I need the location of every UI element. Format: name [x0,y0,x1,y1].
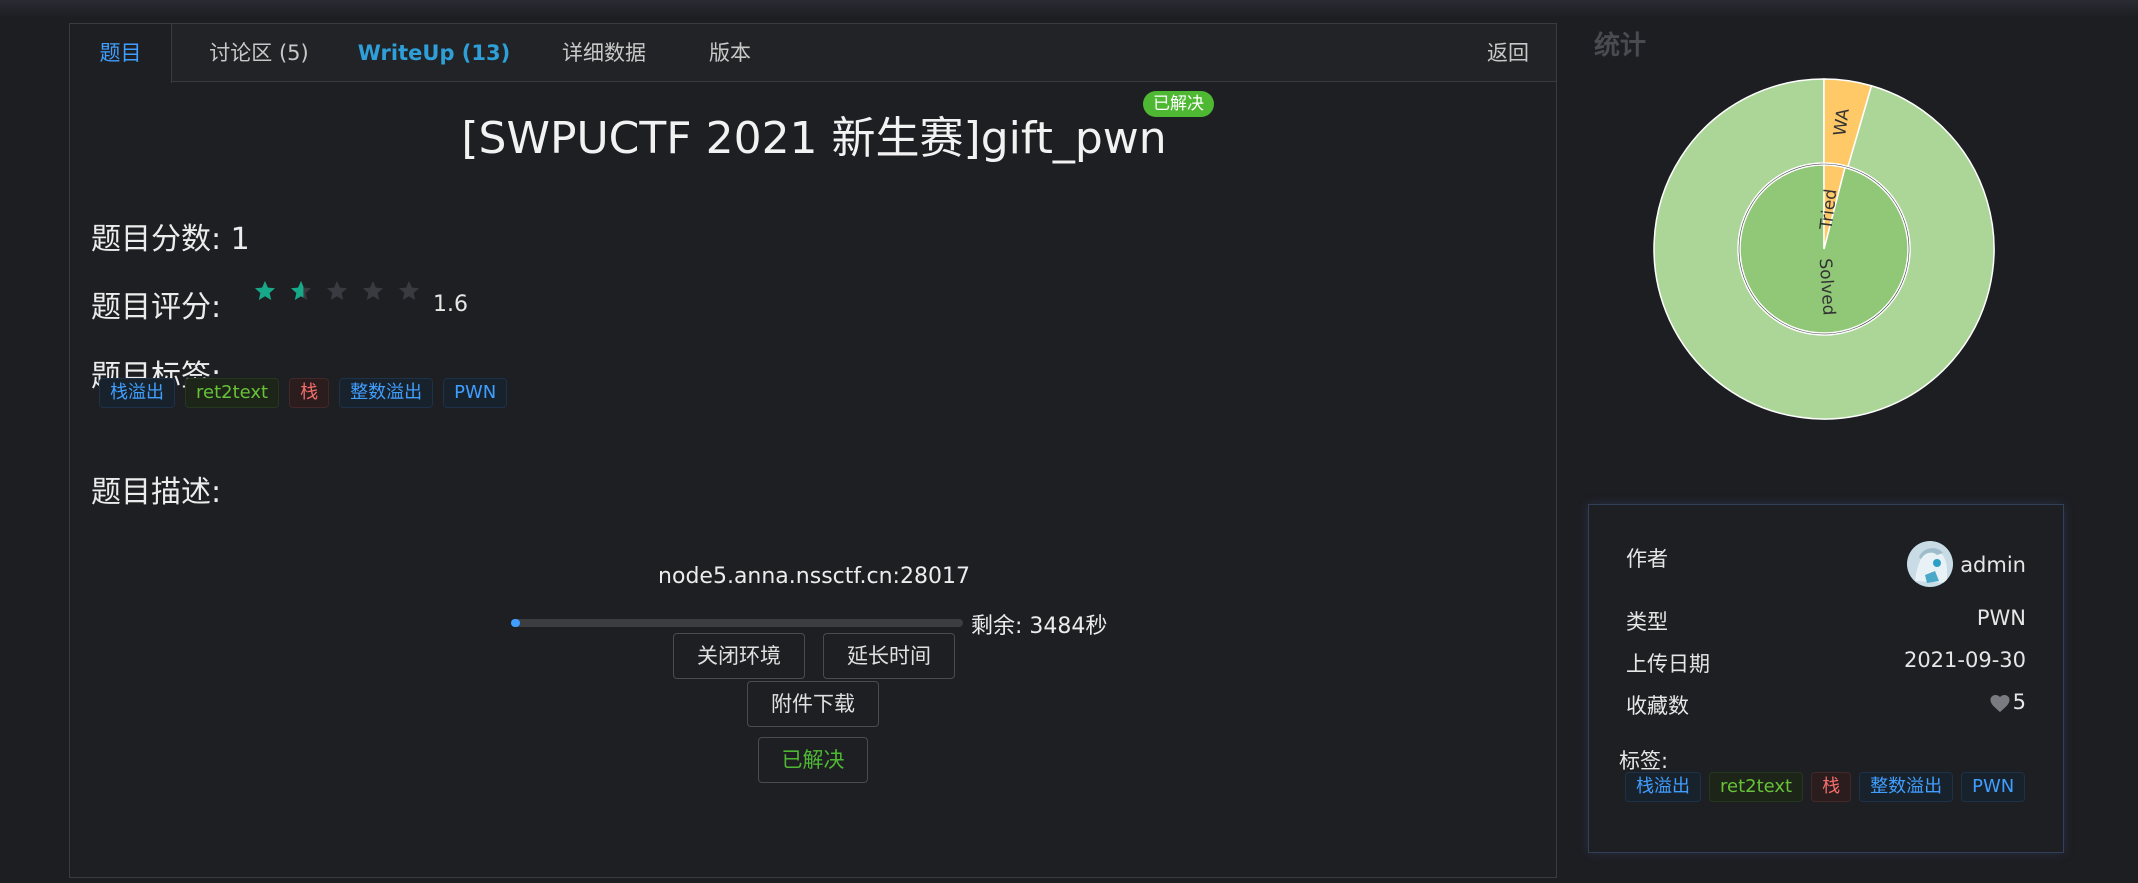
upload-date-label: 上传日期 [1626,652,1710,676]
star-icon[interactable] [361,279,385,303]
solved-button[interactable]: 已解决 [758,737,868,783]
environment-address: node5.anna.nssctf.cn:28017 [658,564,970,589]
tag[interactable]: ret2text [185,378,280,408]
stats-title: 统计 [1594,31,1647,61]
tag[interactable]: 栈溢出 [99,378,175,408]
tab-problem[interactable]: 题目 [70,24,172,83]
tag[interactable]: PWN [1961,772,2026,802]
favorites-count[interactable]: 5 [1989,690,2026,714]
upload-date-value: 2021-09-30 [1903,648,2026,672]
star-icon[interactable] [325,279,349,303]
score-label: 题目分数: [91,222,222,257]
time-progress-fill [511,619,521,627]
download-attachment-button[interactable]: 附件下载 [747,681,879,727]
author-label: 作者 [1626,547,1668,571]
pie-label: Solved [1815,258,1839,316]
problem-tags: 栈溢出 ret2text 栈整数溢出 PWN [99,378,517,408]
back-link[interactable]: 返回 [1478,24,1538,82]
close-env-button[interactable]: 关闭环境 [673,633,805,679]
score-value: 1 [230,222,250,257]
author-avatar[interactable] [1907,541,1953,587]
solved-badge: 已解决 [1143,91,1214,117]
favorites-value: 5 [2012,690,2026,714]
description-label: 题目描述: [91,475,222,510]
heart-icon [1990,695,2010,713]
top-shadow [0,0,2138,18]
rating-stars[interactable] [253,279,433,315]
tag[interactable]: ret2text [1709,772,1804,802]
info-tags-label: 标签: [1619,749,1669,773]
favorites-label: 收藏数 [1626,694,1689,718]
tab-discussion[interactable]: 讨论区 (5) [199,24,319,82]
type-label: 类型 [1626,610,1668,634]
tab-bar: 题目 讨论区 (5) WriteUp (13) 详细数据 版本 返回 [70,24,1556,83]
tab-writeup[interactable]: WriteUp (13) [354,24,514,82]
rating-label: 题目评分: [91,290,222,325]
pie-label: WA [1830,107,1854,137]
rating-value: 1.6 [433,292,468,317]
problem-info-panel: 作者 admin 类型 PWN 上传日期 2021-09-30 收藏数 5 标签… [1588,504,2064,853]
stats-pie-chart: WASolvedTried [1653,78,1995,420]
star-icon[interactable] [253,279,277,303]
tab-version[interactable]: 版本 [695,24,765,82]
extend-time-button[interactable]: 延长时间 [823,633,955,679]
avatar-image [1907,541,1953,587]
time-progress-bar [511,619,963,627]
star-icon[interactable] [289,279,313,303]
score-row: 题目分数: 1 [91,214,250,258]
author-name[interactable]: admin [1960,553,2026,577]
tab-details[interactable]: 详细数据 [548,24,660,82]
problem-title: [SWPUCTF 2021 新生赛]gift_pwn [461,113,1167,164]
type-value: PWN [1976,606,2026,630]
info-tags: 栈溢出 ret2text 栈整数溢出 PWN [1625,772,2033,802]
tag[interactable]: 栈 [1811,772,1852,802]
remaining-time: 剩余: 3484秒 [971,614,1108,639]
tag[interactable]: 整数溢出 [339,378,434,408]
star-icon[interactable] [397,279,421,303]
tag[interactable]: 栈溢出 [1625,772,1701,802]
tag[interactable]: PWN [443,378,508,408]
tag[interactable]: 栈 [289,378,330,408]
problem-card: 题目 讨论区 (5) WriteUp (13) 详细数据 版本 返回 [SWPU… [69,23,1557,878]
tag[interactable]: 整数溢出 [1859,772,1954,802]
